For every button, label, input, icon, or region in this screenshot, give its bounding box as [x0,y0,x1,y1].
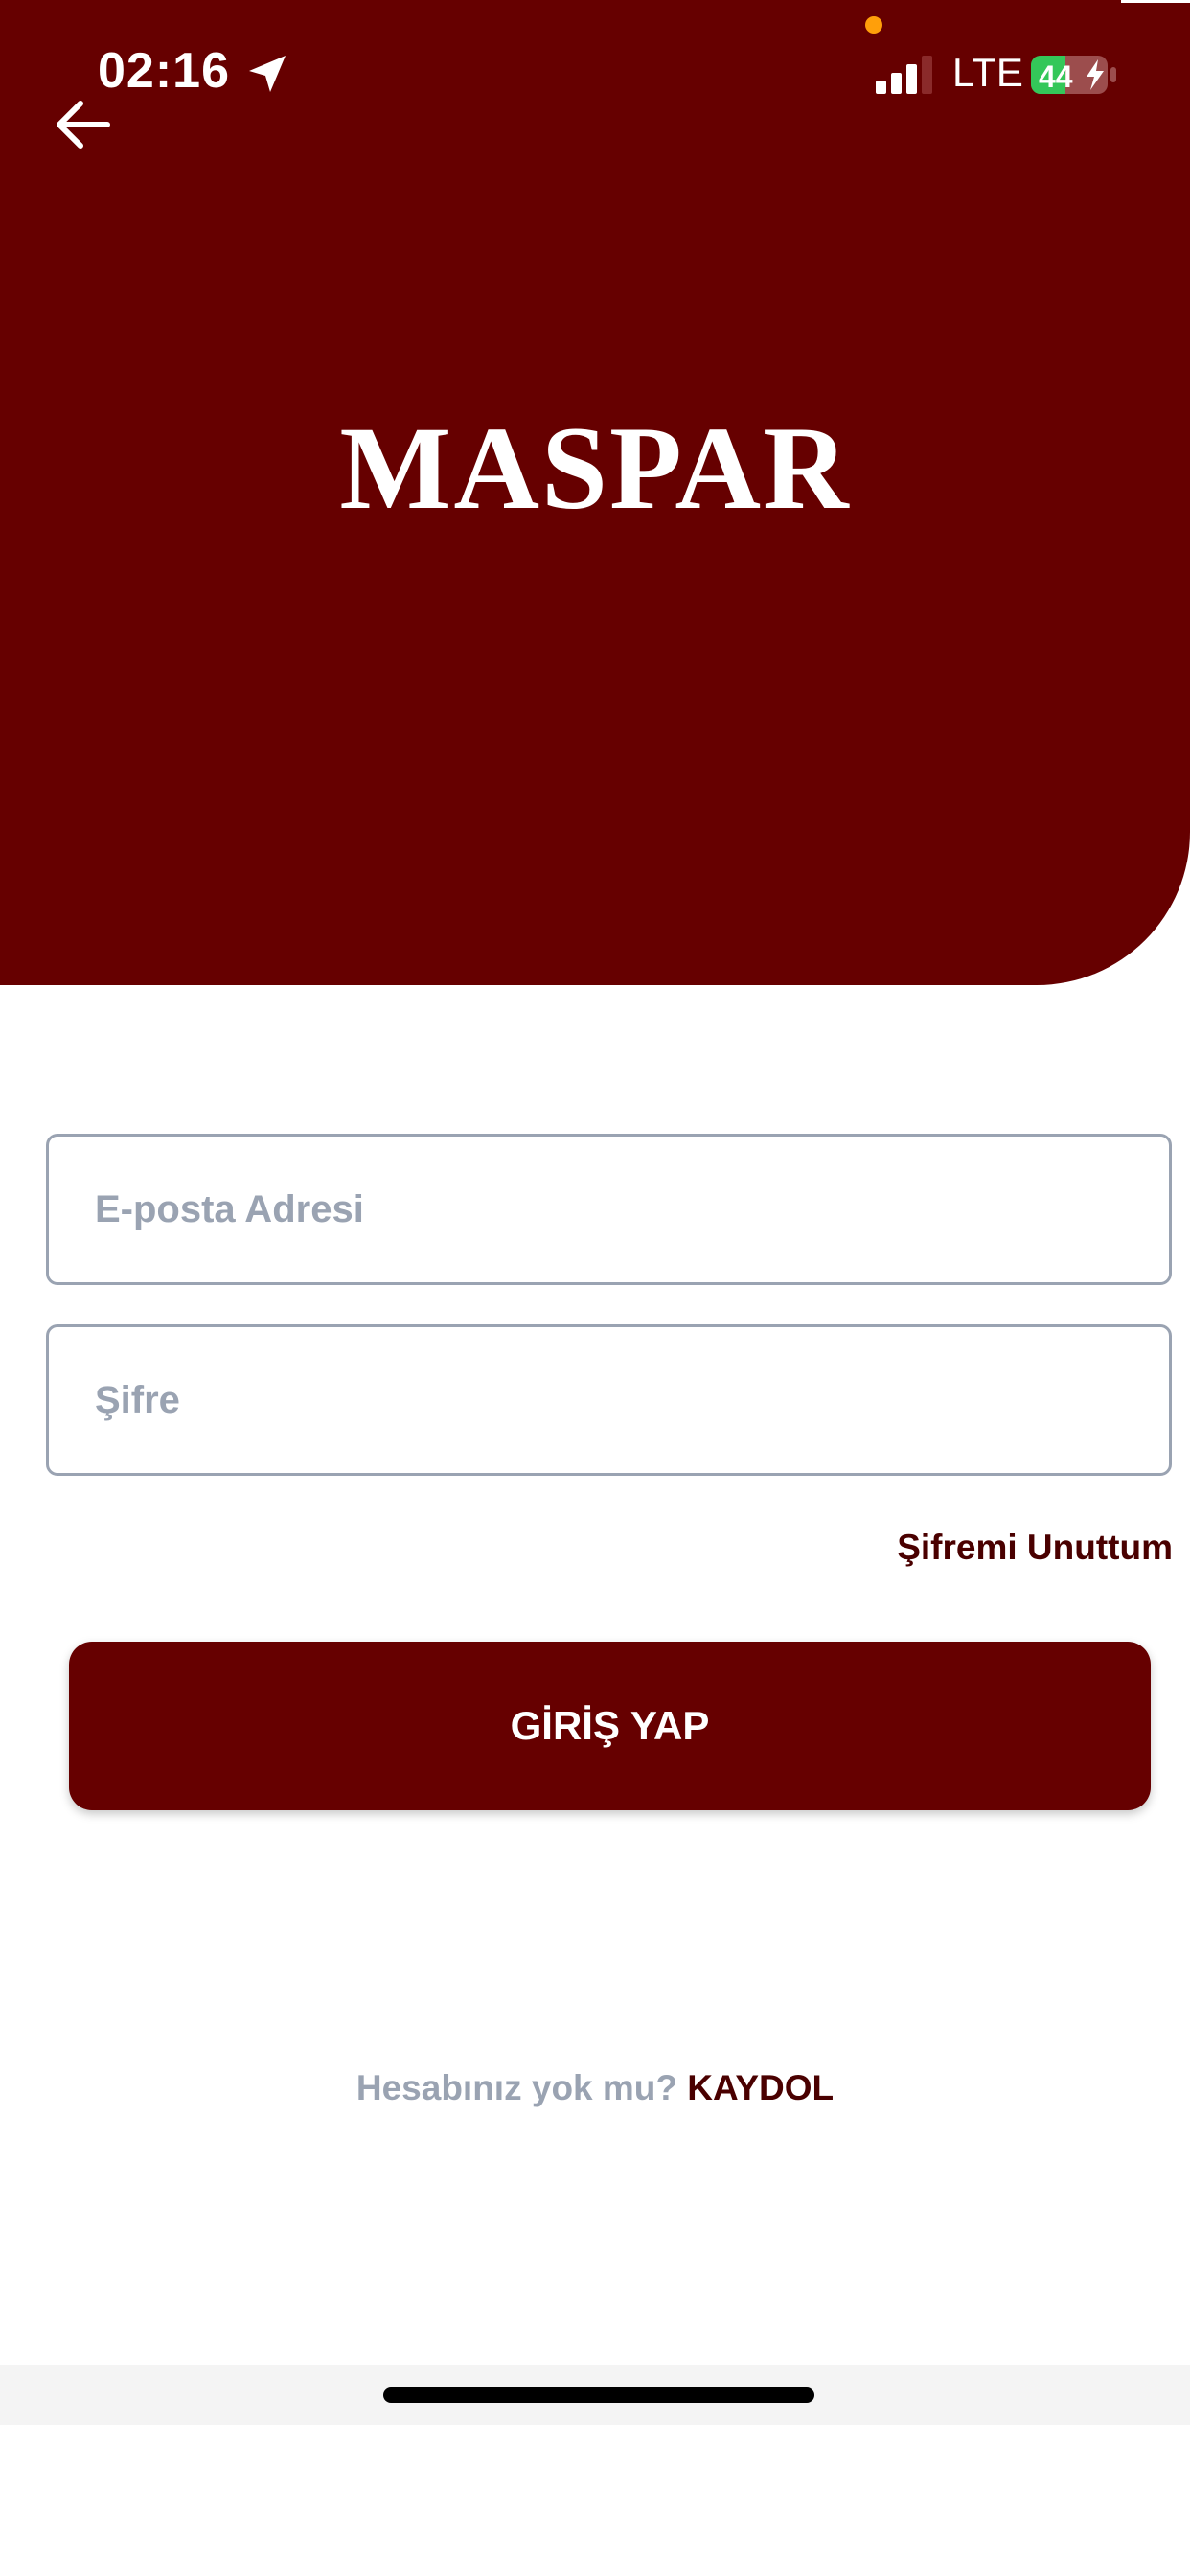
forgot-password-link[interactable]: Şifremi Unuttum [897,1528,1173,1568]
status-bar: 02:16 LTE 44 [0,0,1190,144]
status-time: 02:16 [98,43,230,99]
login-button[interactable]: GİRİŞ YAP [69,1642,1151,1810]
maspar-logo: MASPAR [339,402,851,534]
signup-link[interactable]: KAYDOL [687,2068,834,2107]
signal-icon [876,56,937,94]
home-indicator[interactable] [383,2387,814,2403]
back-arrow-icon[interactable] [54,98,111,151]
network-type: LTE [952,50,1023,95]
location-arrow-icon [245,52,289,96]
no-account-text: Hesabınız yok mu? [355,2068,678,2107]
recording-indicator-dot [865,16,882,34]
password-input[interactable] [49,1327,1169,1473]
signup-prompt: Hesabınız yok mu? KAYDOL [0,2068,1190,2108]
email-input[interactable] [49,1137,1169,1282]
password-field[interactable] [46,1324,1172,1476]
battery-charging-icon: 44 [1031,54,1119,96]
battery-level-text: 44 [1039,59,1073,94]
email-field[interactable] [46,1134,1172,1285]
